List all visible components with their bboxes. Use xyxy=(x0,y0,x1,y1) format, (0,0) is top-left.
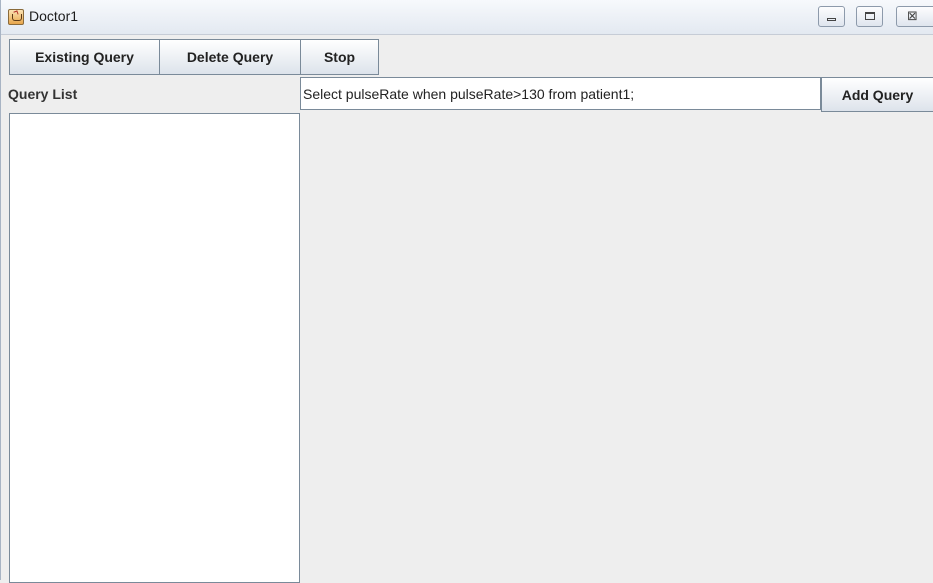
query-input[interactable] xyxy=(300,77,821,110)
add-query-button[interactable]: Add Query xyxy=(821,77,933,112)
close-icon: ⊠ xyxy=(907,9,918,24)
query-list[interactable] xyxy=(9,113,300,583)
stop-button[interactable]: Stop xyxy=(300,39,379,75)
app-window: Doctor1 ⊠ Existing Query Delete Query St… xyxy=(0,0,933,583)
delete-query-button[interactable]: Delete Query xyxy=(159,39,301,75)
window-title: Doctor1 xyxy=(29,8,79,24)
minimize-button[interactable] xyxy=(818,6,845,27)
title-bar[interactable]: Doctor1 ⊠ xyxy=(1,0,933,35)
results-area xyxy=(301,112,933,580)
existing-query-button[interactable]: Existing Query xyxy=(9,39,160,75)
maximize-button[interactable] xyxy=(856,6,883,27)
close-button[interactable]: ⊠ xyxy=(896,6,933,27)
query-list-label: Query List xyxy=(8,86,78,102)
minimize-icon xyxy=(827,18,836,21)
java-cup-icon xyxy=(8,9,24,25)
maximize-icon xyxy=(865,12,875,20)
